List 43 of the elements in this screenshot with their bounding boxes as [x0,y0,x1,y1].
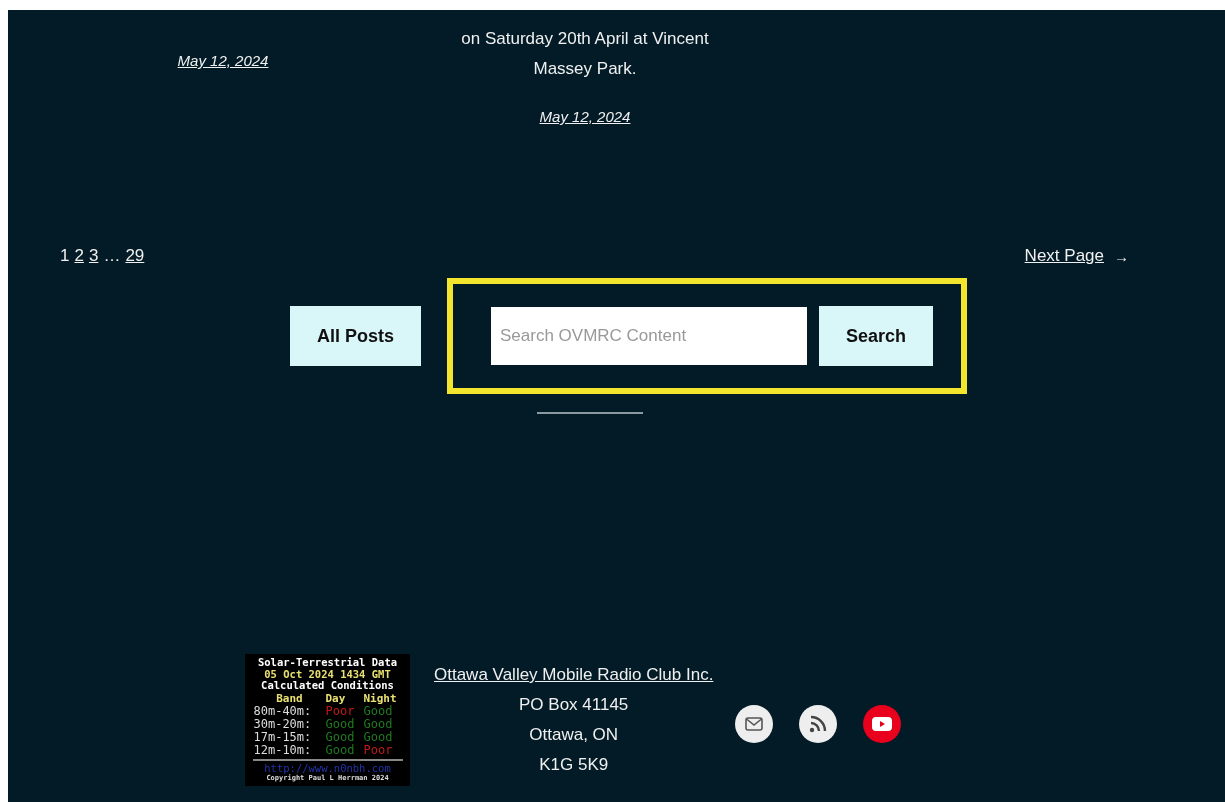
widget-title: Solar-Terrestrial Data [257,657,398,669]
search-button[interactable]: Search [819,306,933,366]
condition-text: Poor [363,743,394,757]
condition-text: Poor [325,704,356,718]
post-excerpt: Massey Park. [533,58,637,80]
rss-link[interactable] [799,705,838,743]
youtube-icon [872,717,893,731]
address-line: Ottawa, ON [529,724,619,746]
youtube-link[interactable] [863,705,902,743]
page-number-link[interactable]: 2 [74,246,84,266]
pagination-ellipsis: … [103,246,121,266]
post-date-link[interactable]: May 12, 2024 [539,108,631,125]
post-date-link[interactable]: May 12, 2024 [177,52,269,69]
widget-subtitle: Calculated Conditions [261,680,394,692]
column-header: Day [325,691,347,705]
address-line: K1G 5K9 [539,754,609,776]
rss-icon [809,715,828,733]
search-field[interactable]: Search OVMRC Content [491,307,807,365]
club-name-link[interactable]: Ottawa Valley Mobile Radio Club Inc. [434,660,714,690]
condition-text: Good [325,717,356,731]
band-label: 80m-40m: [253,704,313,718]
mail-icon [745,717,764,731]
condition-text: Good [363,704,393,718]
mail-link[interactable] [735,705,774,743]
widget-timestamp: 05 Oct 2024 1434 GMT [264,668,391,680]
widget-url: http://www.n0nbh.com [264,762,391,774]
band-label: 12m-10m: [253,743,313,757]
band-label: 17m-15m: [253,730,313,744]
column-header: Night [363,691,398,705]
page-number-link[interactable]: 3 [88,246,99,266]
condition-text: Good [325,730,356,744]
post-excerpt: on Saturday 20th April at Vincent [461,28,709,50]
condition-text: Good [363,730,394,744]
page-number-link[interactable]: 1 [60,246,70,266]
address-line: PO Box 41145 [519,694,629,716]
page-number-link[interactable]: 29 [125,246,145,266]
all-posts-button[interactable]: All Posts [290,306,421,366]
next-page-link[interactable]: Next Page [1024,246,1104,266]
column-header: Band [275,691,304,705]
condition-text: Good [363,717,394,731]
condition-text: Good [325,743,356,757]
arrow-icon: → [1114,247,1129,265]
band-label: 30m-20m: [253,717,313,731]
